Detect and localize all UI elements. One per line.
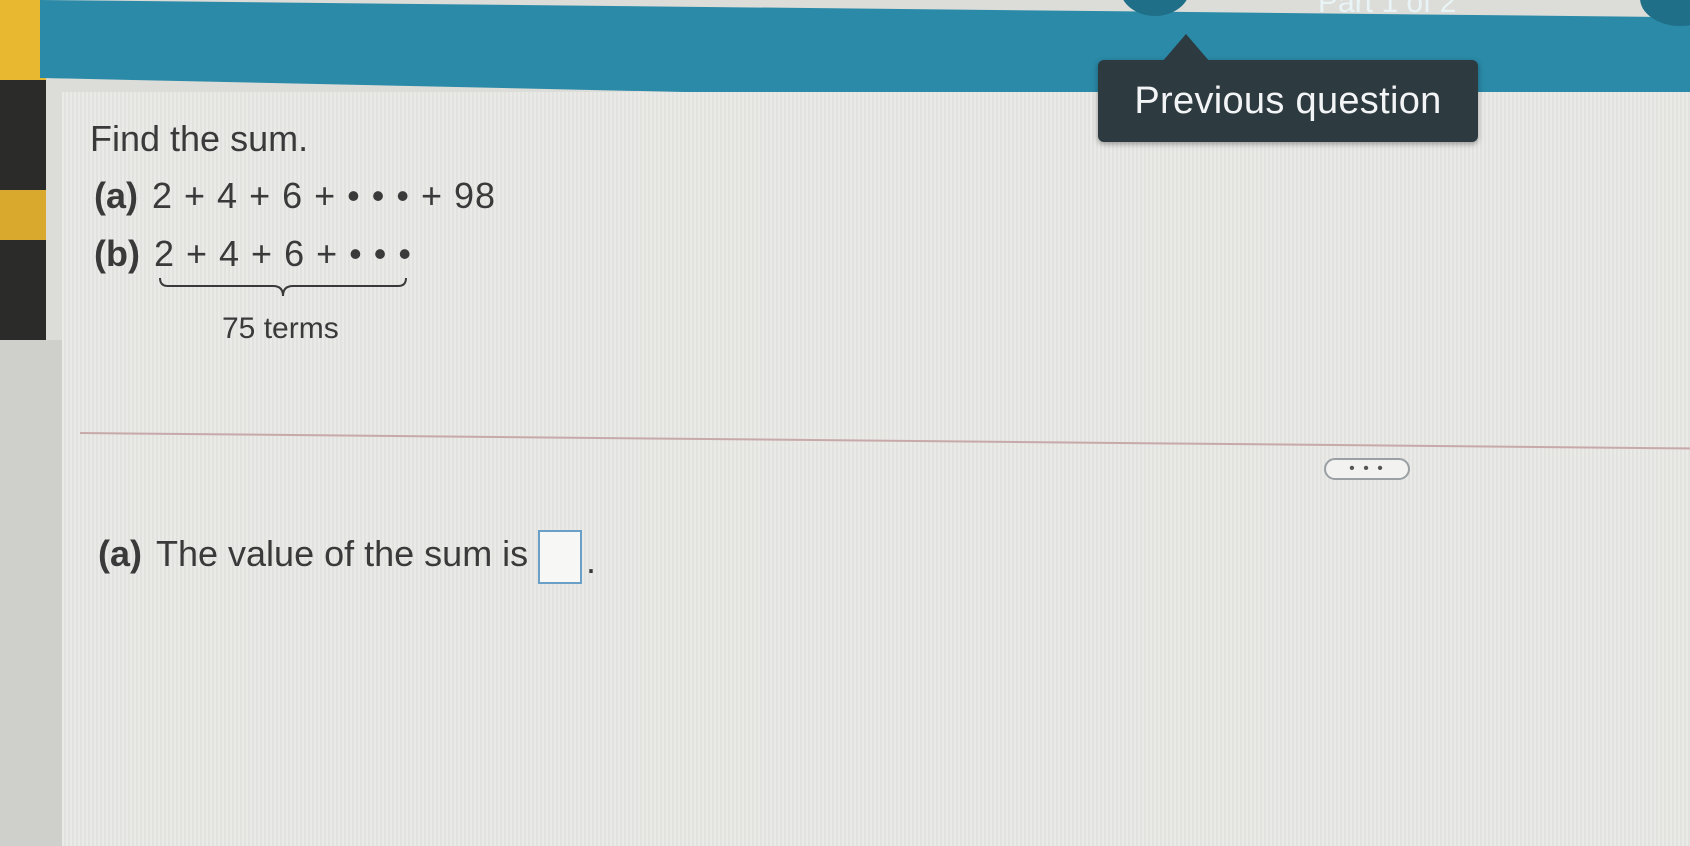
part-a-expression: 2 + 4 + 6 + • • • + 98 <box>152 175 497 216</box>
question-prompt: Find the sum. <box>90 118 309 159</box>
terms-count-note: 75 terms <box>222 312 339 345</box>
answer-line: (a) The value of the sum is <box>98 533 528 575</box>
part-b-label: (b) <box>94 233 140 274</box>
previous-question-tooltip: Previous question <box>1098 34 1478 142</box>
question-part-b: (b) 2 + 4 + 6 + • • • <box>94 233 412 275</box>
left-lower-panel <box>0 340 62 846</box>
part-b-expression: 2 + 4 + 6 + • • • <box>153 233 412 274</box>
tooltip-label: Previous question <box>1134 79 1442 122</box>
left-window-patch <box>0 190 46 240</box>
answer-period: . <box>586 540 597 581</box>
answer-part-label: (a) <box>98 533 142 574</box>
part-a-label: (a) <box>94 175 138 216</box>
part-indicator: Part 1 of 2 <box>1318 0 1457 19</box>
question-part-a: (a) 2 + 4 + 6 + • • • + 98 <box>94 175 496 217</box>
answer-text: The value of the sum is <box>156 533 529 574</box>
underbrace-icon <box>159 277 407 297</box>
more-options-button[interactable]: • • • <box>1324 458 1410 480</box>
answer-input[interactable] <box>538 530 582 584</box>
